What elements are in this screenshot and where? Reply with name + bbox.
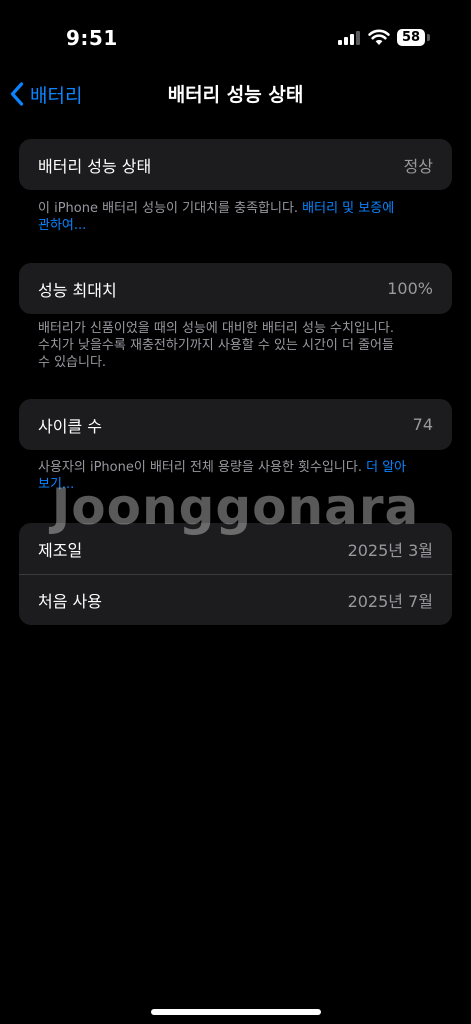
status-time: 9:51 xyxy=(66,26,118,50)
battery-details-card: 제조일 2025년 3월 처음 사용 2025년 7월 xyxy=(19,523,452,625)
max-capacity-label: 성능 최대치 xyxy=(38,280,117,300)
first-use-label: 처음 사용 xyxy=(38,592,102,611)
navigation-bar: 배터리 배터리 성능 상태 xyxy=(0,70,471,116)
cycle-count-card: 사이클 수 74 xyxy=(19,399,452,450)
battery-health-note: 이 iPhone 배터리 성능이 기대치를 충족합니다. 배터리 및 보증에 관… xyxy=(38,200,410,234)
battery-icon: 58 xyxy=(397,29,425,46)
status-bar: 9:51 58 xyxy=(0,0,471,70)
max-capacity-value: 100% xyxy=(387,279,433,298)
battery-health-note-text: 이 iPhone 배터리 성능이 기대치를 충족합니다. xyxy=(38,201,303,216)
battery-health-row: 배터리 성능 상태 정상 xyxy=(19,139,452,190)
first-use-row: 처음 사용 2025년 7월 xyxy=(19,574,452,625)
first-use-value: 2025년 7월 xyxy=(347,592,433,611)
page-title: 배터리 성능 상태 xyxy=(167,84,304,106)
home-indicator[interactable] xyxy=(151,1009,321,1015)
battery-cap-icon xyxy=(427,34,430,41)
manufacture-date-row: 제조일 2025년 3월 xyxy=(19,523,452,574)
battery-level: 58 xyxy=(401,30,421,45)
manufacture-date-value: 2025년 3월 xyxy=(347,540,433,560)
wifi-icon xyxy=(368,29,390,45)
cycle-count-note: 사용자의 iPhone이 배터리 전체 용량을 사용한 횟수입니다. 더 알아보… xyxy=(38,459,410,493)
max-capacity-row: 성능 최대치 100% xyxy=(19,263,452,314)
cellular-signal-icon xyxy=(338,31,362,45)
cycle-count-label: 사이클 수 xyxy=(38,416,102,436)
cycle-count-row: 사이클 수 74 xyxy=(19,399,452,450)
battery-health-card: 배터리 성능 상태 정상 xyxy=(19,139,452,190)
battery-health-label: 배터리 성능 상태 xyxy=(38,156,152,176)
max-capacity-card: 성능 최대치 100% xyxy=(19,263,452,314)
battery-health-value: 정상 xyxy=(403,156,433,176)
manufacture-date-label: 제조일 xyxy=(38,540,83,560)
max-capacity-note: 배터리가 신품이었을 때의 성능에 대비한 배터리 성능 수치입니다. 수치가 … xyxy=(38,321,394,370)
cycle-count-value: 74 xyxy=(412,415,433,434)
cycle-count-note-text: 사용자의 iPhone이 배터리 전체 용량을 사용한 횟수입니다. xyxy=(38,460,367,475)
